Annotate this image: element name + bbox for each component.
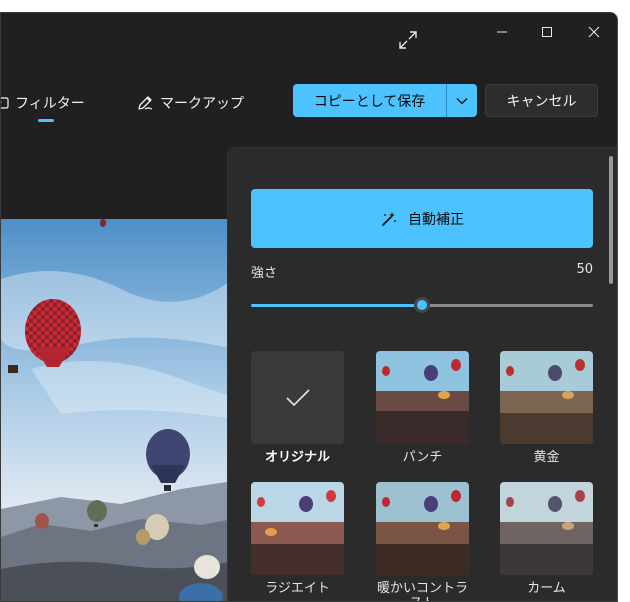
markup-pen-icon: [138, 96, 153, 110]
active-tab-indicator: [38, 119, 54, 122]
photos-editor-window: フィルター マークアップ コピーとして保存 キャンセル 自動補正 強さ 50 オ…: [0, 12, 618, 602]
maximize-icon: [542, 27, 552, 37]
filter-tile-calm[interactable]: カーム: [500, 482, 593, 596]
save-as-copy-split-button: コピーとして保存: [293, 84, 477, 117]
filter-thumbnail: [376, 482, 469, 575]
filter-tile-punch[interactable]: パンチ: [376, 351, 469, 465]
filter-thumbnail: [500, 351, 593, 444]
filter-thumbnail: [376, 351, 469, 444]
auto-enhance-label: 自動補正: [408, 211, 464, 228]
filter-thumbnail: [251, 351, 344, 444]
panel-scrollbar[interactable]: [609, 156, 613, 284]
balloon-photo: [1, 219, 233, 601]
expand-icon: [399, 31, 417, 49]
filter-label: カーム: [527, 581, 566, 596]
filter-preview-image: [376, 351, 469, 444]
tab-markup[interactable]: マークアップ: [136, 92, 244, 114]
filter-label: パンチ: [402, 450, 443, 465]
filter-icon: [1, 97, 9, 109]
filter-tile-warm-contrast[interactable]: 暖かいコントラスト: [376, 482, 469, 601]
checkmark-icon: [285, 388, 310, 406]
auto-enhance-button[interactable]: 自動補正: [251, 189, 593, 248]
filters-panel: 自動補正 強さ 50 オリジナル パンチ 黄金 ラジエイト 暖かいコントラ カー…: [227, 147, 617, 601]
tab-filter[interactable]: フィルター: [1, 92, 85, 114]
strength-slider[interactable]: [251, 295, 593, 315]
filter-label: ラジエイト: [265, 581, 330, 596]
filter-tile-golden[interactable]: 黄金: [500, 351, 593, 465]
filter-preview-image: [251, 482, 344, 575]
cancel-label: キャンセル: [506, 93, 577, 110]
filter-preview-image: [376, 482, 469, 575]
filter-label: 黄金: [533, 450, 560, 465]
tab-filter-label: フィルター: [15, 96, 85, 112]
slider-fill: [251, 304, 422, 307]
strength-label: 強さ: [251, 266, 278, 281]
minimize-button[interactable]: [481, 17, 523, 47]
save-as-copy-label: コピーとして保存: [313, 93, 426, 110]
filter-label: オリジナル: [264, 450, 330, 465]
slider-thumb[interactable]: [414, 297, 430, 313]
filter-tile-original[interactable]: オリジナル: [251, 351, 344, 465]
save-options-dropdown-button[interactable]: [446, 84, 477, 117]
magic-wand-icon: [382, 211, 396, 226]
close-button[interactable]: [573, 17, 615, 47]
strength-value: 50: [576, 262, 593, 277]
minimize-icon: [497, 31, 507, 33]
filter-preview-image: [500, 351, 593, 444]
filter-thumbnail: [500, 482, 593, 575]
filter-preview-image: [500, 482, 593, 575]
strength-row: 強さ 50: [251, 262, 593, 281]
chevron-down-icon: [456, 97, 468, 104]
maximize-button[interactable]: [526, 17, 568, 47]
cancel-button[interactable]: キャンセル: [485, 84, 598, 117]
close-icon: [588, 26, 600, 38]
filter-tile-radiate[interactable]: ラジエイト: [251, 482, 344, 596]
filter-thumbnail: [251, 482, 344, 575]
fullscreen-button[interactable]: [397, 29, 421, 53]
tab-markup-label: マークアップ: [160, 96, 244, 112]
save-as-copy-button[interactable]: コピーとして保存: [293, 84, 446, 117]
photo-preview: [1, 219, 233, 601]
filter-label: 暖かいコントラスト: [376, 581, 468, 601]
